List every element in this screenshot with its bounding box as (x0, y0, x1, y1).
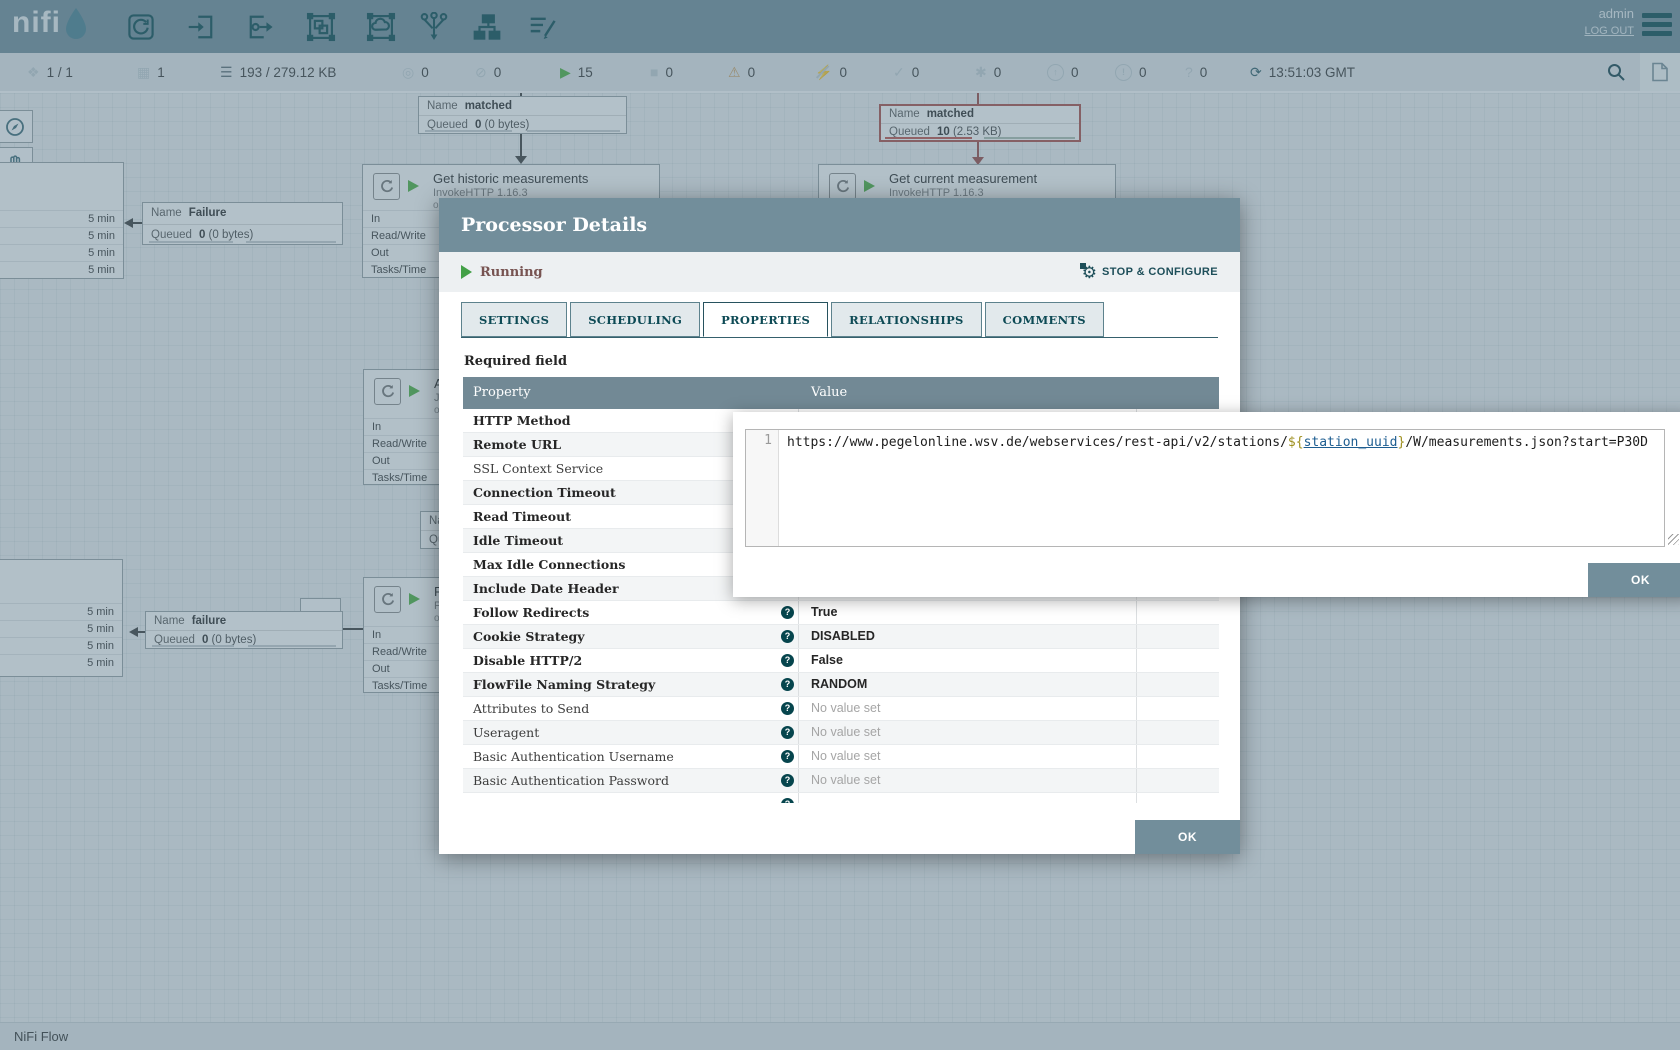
table-row: FlowFile Naming Strategy?RANDOM (463, 673, 1219, 697)
tab-properties[interactable]: PROPERTIES (703, 302, 828, 337)
running-play-icon (461, 265, 472, 279)
table-row-partial: ? (463, 793, 1219, 803)
tab-comments[interactable]: COMMENTS (985, 302, 1104, 337)
help-icon[interactable]: ? (781, 678, 794, 691)
run-state-label: Running (480, 265, 543, 280)
editor-ok-button[interactable]: OK (1588, 563, 1680, 597)
help-icon[interactable]: ? (781, 606, 794, 619)
tab-scheduling[interactable]: SCHEDULING (570, 302, 700, 337)
el-expression-start: ${ (1288, 435, 1304, 450)
table-row: Cookie Strategy?DISABLED (463, 625, 1219, 649)
stop-configure-icon: ⚙ (1082, 264, 1097, 281)
required-field-note: Required field (464, 354, 1240, 369)
dialog-ok-button[interactable]: OK (1135, 820, 1240, 854)
table-row: Attributes to Send?No value set (463, 697, 1219, 721)
help-icon[interactable]: ? (781, 630, 794, 643)
dialog-header: Processor Details (439, 198, 1240, 252)
table-row: Disable HTTP/2?False (463, 649, 1219, 673)
help-icon[interactable]: ? (781, 726, 794, 739)
dialog-title: Processor Details (461, 214, 647, 236)
tab-relationships[interactable]: RELATIONSHIPS (831, 302, 982, 337)
tab-settings[interactable]: SETTINGS (461, 302, 567, 337)
help-icon[interactable]: ? (781, 654, 794, 667)
dialog-status-strip: Running ⚙ STOP & CONFIGURE (439, 252, 1240, 292)
nifi-app: nifi (0, 0, 1680, 1050)
column-property: Property (463, 377, 799, 409)
stop-and-configure-button[interactable]: ⚙ STOP & CONFIGURE (1082, 264, 1218, 281)
value-editor-popup: 1 https://www.pegelonline.wsv.de/webserv… (733, 412, 1680, 597)
value-editor-text[interactable]: https://www.pegelonline.wsv.de/webservic… (779, 430, 1664, 546)
column-value: Value (799, 377, 847, 409)
table-row: Basic Authentication Username?No value s… (463, 745, 1219, 769)
line-number-gutter: 1 (746, 430, 779, 546)
resize-handle[interactable] (1668, 534, 1679, 545)
help-icon[interactable]: ? (781, 750, 794, 763)
properties-table-header: Property Value (463, 377, 1219, 409)
el-expression-variable: station_uuid (1304, 435, 1398, 450)
table-row: Useragent?No value set (463, 721, 1219, 745)
table-row: Basic Authentication Password?No value s… (463, 769, 1219, 793)
help-icon[interactable]: ? (781, 702, 794, 715)
table-row: Follow Redirects?True (463, 601, 1219, 625)
help-icon[interactable]: ? (781, 774, 794, 787)
dialog-tabs: SETTINGS SCHEDULING PROPERTIES RELATIONS… (461, 302, 1218, 338)
value-editor[interactable]: 1 https://www.pegelonline.wsv.de/webserv… (745, 429, 1665, 547)
